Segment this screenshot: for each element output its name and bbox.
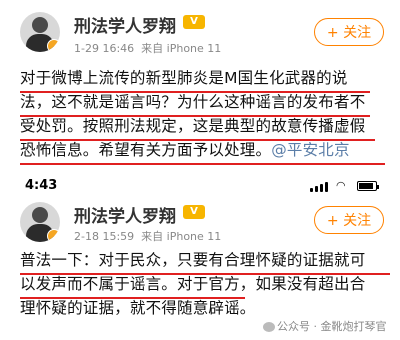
post-timestamp: 1-29 16:46	[74, 42, 135, 55]
post-line: 理怀疑的证据，就不得随意辟谣。	[20, 299, 256, 317]
post-timestamp: 2-18 15:59	[74, 230, 135, 243]
post-source: 来自 iPhone 11	[141, 42, 222, 55]
post-line: 对于微博上流传的新型肺炎是M国生化武器的说	[20, 69, 348, 87]
post-line: 普法一下：对于民众，只要有合理怀疑的证据就可	[20, 251, 366, 269]
post-meta: 1-29 16:46 来自 iPhone 11	[74, 40, 221, 56]
wifi-icon: ◠	[336, 179, 346, 192]
highlight-underline	[20, 115, 370, 117]
highlight-underline	[20, 163, 385, 165]
post-body: 对于微博上流传的新型肺炎是M国生化武器的说 法，这不就是谣言吗？为什么这种谣言的…	[20, 66, 390, 162]
author-name[interactable]: 刑法学人罗翔	[74, 202, 176, 227]
watermark: 公众号 · 金靴炮打琴官	[263, 318, 387, 334]
verified-badge-icon	[47, 229, 60, 242]
highlight-underline	[20, 297, 245, 299]
post-line: 受处罚。按照刑法规定，这是典型的故意传播虚假	[20, 117, 366, 135]
verified-badge-icon	[47, 39, 60, 52]
battery-icon	[357, 181, 379, 191]
post-body: 普法一下：对于民众，只要有合理怀疑的证据就可 以发声而不属于谣言。对于官方，如果…	[20, 248, 390, 320]
post-line-text: 恐怖信息。希望有关方面予以处理。	[20, 141, 272, 159]
follow-button[interactable]: + 关注	[314, 18, 384, 46]
highlight-underline	[20, 91, 370, 93]
author-avatar[interactable]	[20, 12, 60, 52]
author-name[interactable]: 刑法学人罗翔	[74, 12, 176, 37]
author-avatar[interactable]	[20, 202, 60, 242]
wechat-icon	[263, 322, 275, 332]
vip-badge-icon: V	[183, 15, 205, 29]
watermark-text: 公众号 · 金靴炮打琴官	[277, 320, 387, 333]
post-line: 法，这不就是谣言吗？为什么这种谣言的发布者不	[20, 93, 366, 111]
highlight-underline	[20, 273, 390, 275]
vip-badge-icon: V	[183, 205, 205, 219]
follow-button-label: + 关注	[326, 25, 372, 41]
post-source: 来自 iPhone 11	[141, 230, 222, 243]
status-time: 4:43	[25, 178, 58, 193]
status-bar: 4:43 ◠	[0, 175, 400, 196]
mention-link[interactable]: @平安北京	[271, 141, 350, 159]
follow-button-label: + 关注	[326, 213, 372, 229]
highlight-underline	[20, 139, 375, 141]
post-meta: 2-18 15:59 来自 iPhone 11	[74, 228, 221, 244]
post-line: 以发声而不属于谣言。对于官方，如果没有超出合	[20, 275, 366, 293]
weibo-post-1: 刑法学人罗翔 V 1-29 16:46 来自 iPhone 11 + 关注 对于…	[0, 0, 400, 175]
follow-button[interactable]: + 关注	[314, 206, 384, 234]
post-line: 恐怖信息。希望有关方面予以处理。@平安北京	[20, 138, 390, 162]
